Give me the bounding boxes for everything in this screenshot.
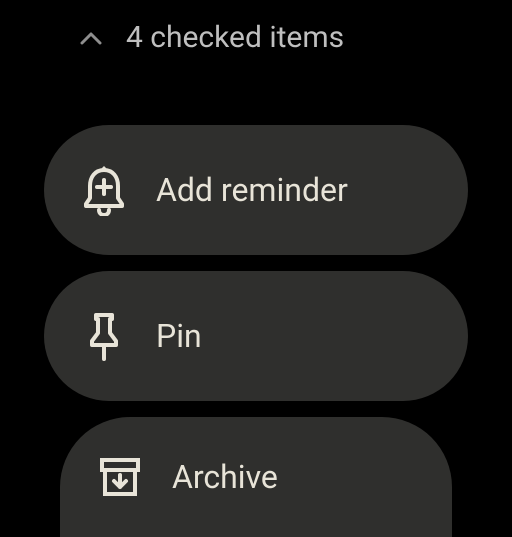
pin-icon [80, 311, 128, 361]
checked-items-header[interactable]: 4 checked items [0, 0, 512, 55]
bell-add-icon [80, 164, 128, 216]
add-reminder-button[interactable]: Add reminder [44, 125, 468, 255]
add-reminder-label: Add reminder [156, 171, 348, 209]
actions-list: Add reminder Pin Archive [0, 125, 512, 537]
chevron-up-icon [80, 31, 102, 45]
pin-label: Pin [156, 317, 202, 355]
archive-icon [96, 457, 144, 497]
pin-button[interactable]: Pin [44, 271, 468, 401]
checked-items-label: 4 checked items [126, 20, 344, 55]
archive-label: Archive [172, 458, 278, 496]
archive-button[interactable]: Archive [60, 417, 452, 537]
